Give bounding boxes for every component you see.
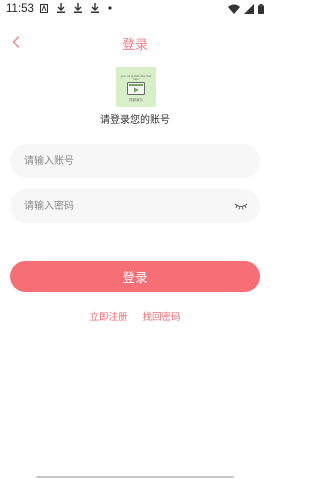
page-title: 登录: [121, 38, 148, 53]
home-indicator[interactable]: [36, 476, 234, 478]
register-link[interactable]: 立即注册: [89, 312, 127, 323]
system-icons: [228, 4, 264, 14]
recover-password-link[interactable]: 找回密码: [143, 312, 181, 323]
logo-caption: 视频演示: [129, 98, 143, 102]
notification-icons: [40, 3, 112, 13]
dot-icon: [108, 6, 112, 10]
battery-icon: [258, 4, 264, 14]
password-field: [10, 189, 260, 223]
a-icon: [40, 3, 48, 13]
download-icon: [57, 3, 65, 13]
status-bar: 11:53: [0, 0, 270, 20]
password-input[interactable]: [24, 189, 224, 223]
download-icon: [91, 3, 99, 13]
app-logo: your ad placeholder text here 视频演示: [116, 67, 156, 107]
login-prompt: 请登录您的账号: [100, 115, 170, 126]
eye-closed-icon[interactable]: [234, 201, 248, 211]
login-button[interactable]: 登录: [10, 261, 260, 292]
account-input[interactable]: [24, 144, 224, 178]
account-links: 立即注册 找回密码: [0, 309, 270, 323]
account-field: [10, 144, 260, 178]
wifi-icon: [228, 4, 240, 14]
status-time: 11:53: [6, 3, 34, 15]
signal-icon: [244, 4, 254, 14]
title-bar: 登录: [0, 30, 270, 56]
logo-text: your ad placeholder text here: [120, 75, 152, 81]
video-icon: [127, 82, 145, 95]
download-icon: [74, 3, 82, 13]
